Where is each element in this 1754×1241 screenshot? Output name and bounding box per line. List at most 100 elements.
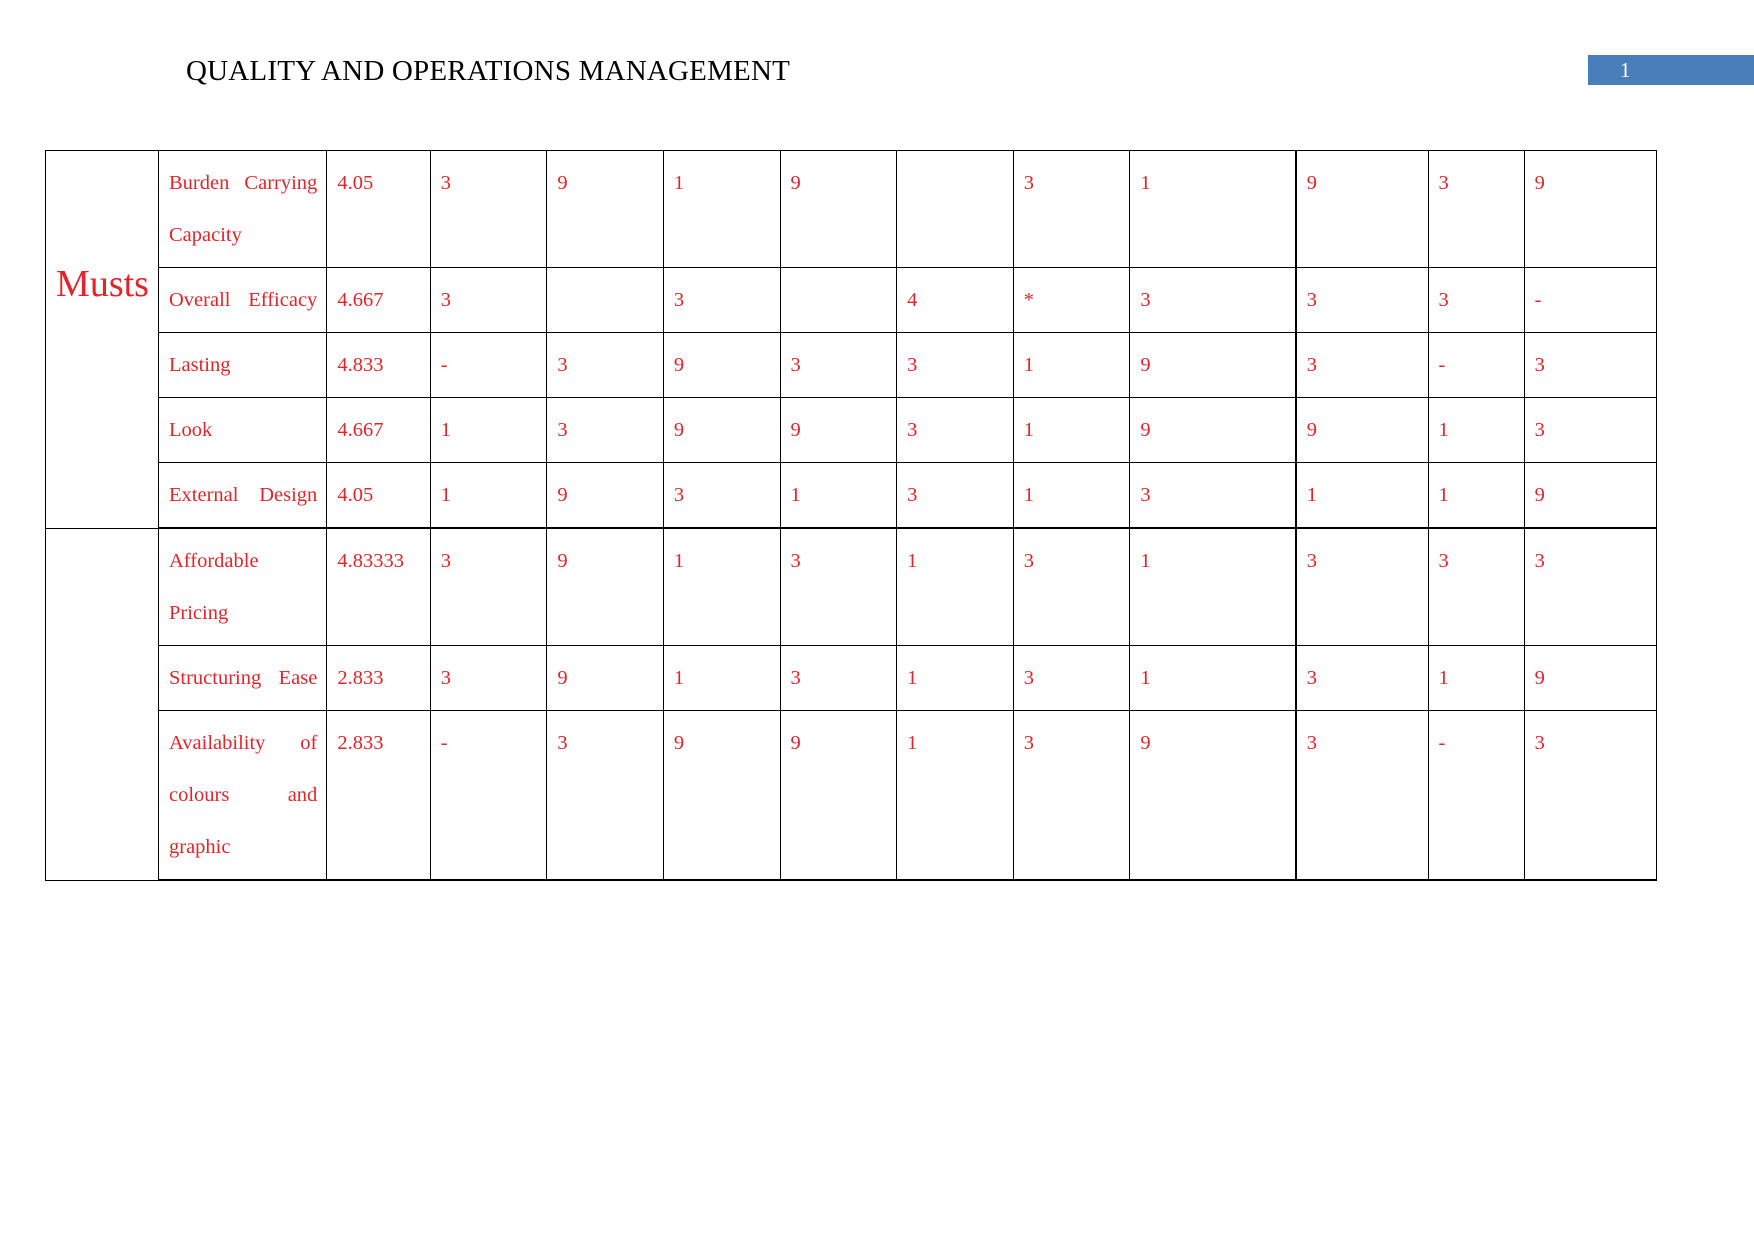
matrix-cell: 3 xyxy=(429,267,548,333)
matrix-cell: 1 xyxy=(1129,527,1297,646)
matrix-cell: - xyxy=(429,332,548,398)
matrix-cell: 3 xyxy=(546,710,664,881)
matrix-cell: 3 xyxy=(1294,332,1429,398)
qfd-matrix-table-container: Musts Burden Carrying Capacity 4.05 3 9 … xyxy=(45,150,1658,881)
matrix-cell: 9 xyxy=(1129,397,1297,463)
matrix-cell: - xyxy=(1427,332,1525,398)
matrix-cell: 1 xyxy=(662,645,781,711)
matrix-cell: 3 xyxy=(546,397,664,463)
row-group-label: Musts xyxy=(56,263,149,305)
matrix-cell: 1 xyxy=(662,527,781,646)
matrix-cell: 3 xyxy=(779,332,898,398)
matrix-cell: 1 xyxy=(429,462,548,529)
customer-need: Burden Carrying Capacity xyxy=(157,150,328,268)
matrix-cell: 9 xyxy=(779,397,898,463)
customer-need: External Design xyxy=(157,462,328,529)
matrix-cell: 3 xyxy=(662,267,781,333)
matrix-cell: 3 xyxy=(429,150,548,268)
matrix-cell: 1 xyxy=(1012,462,1131,529)
page-number: 1 xyxy=(1620,58,1631,82)
matrix-cell: 1 xyxy=(1129,645,1297,711)
matrix-cell: - xyxy=(1427,710,1525,881)
matrix-cell: 9 xyxy=(779,150,898,268)
matrix-cell: 1 xyxy=(896,710,1014,881)
matrix-cell: 3 xyxy=(1012,710,1131,881)
matrix-cell xyxy=(779,267,898,333)
table-row: Overall Efficacy 4.667 3 3 4 * 3 3 3 - xyxy=(46,267,1658,333)
matrix-cell: 9 xyxy=(662,710,781,881)
row-group-empty xyxy=(45,527,159,881)
table-row: Affordable Pricing 4.83333 3 9 1 3 1 3 1… xyxy=(45,527,1658,881)
matrix-cell xyxy=(546,267,664,333)
importance-rating: 2.833 xyxy=(326,645,431,711)
matrix-cell: 9 xyxy=(662,332,781,398)
matrix-cell: 3 xyxy=(1523,710,1658,881)
matrix-cell: 1 xyxy=(1427,462,1525,529)
matrix-cell: 1 xyxy=(896,527,1014,646)
matrix-cell: 9 xyxy=(1129,332,1297,398)
matrix-cell: 4 xyxy=(896,267,1014,333)
matrix-cell: 3 xyxy=(429,645,548,711)
matrix-cell: 3 xyxy=(1427,267,1525,333)
importance-rating: 4.83333 xyxy=(326,527,431,646)
page-number-badge: 1 xyxy=(1588,55,1754,85)
matrix-cell: 1 xyxy=(1427,397,1525,463)
page-title: QUALITY AND OPERATIONS MANAGEMENT xyxy=(186,55,791,87)
importance-rating: 4.667 xyxy=(326,267,431,333)
matrix-cell: 3 xyxy=(1523,397,1658,463)
matrix-cell: 3 xyxy=(1427,150,1525,268)
matrix-cell: 3 xyxy=(779,527,898,646)
customer-need: Lasting xyxy=(157,332,328,398)
matrix-cell: 1 xyxy=(1294,462,1429,529)
matrix-cell: 9 xyxy=(1523,462,1658,529)
matrix-cell: 9 xyxy=(546,645,664,711)
matrix-cell: 1 xyxy=(429,397,548,463)
matrix-cell: 3 xyxy=(896,397,1014,463)
matrix-cell: 9 xyxy=(1523,150,1658,268)
qfd-matrix-table: Musts Burden Carrying Capacity 4.05 3 9 … xyxy=(45,150,1658,881)
customer-need: Overall Efficacy xyxy=(157,267,328,333)
matrix-cell: 3 xyxy=(1294,527,1429,646)
matrix-cell: 9 xyxy=(1523,645,1658,711)
matrix-cell: 3 xyxy=(896,332,1014,398)
table-row: Structuring Ease 2.833 3 9 1 3 1 3 1 3 1… xyxy=(46,645,1658,711)
importance-rating: 4.833 xyxy=(326,332,431,398)
customer-need: Structuring Ease xyxy=(157,645,328,711)
matrix-cell: 3 xyxy=(1523,527,1658,646)
table-row: Lasting 4.833 - 3 9 3 3 1 9 3 - 3 xyxy=(46,332,1658,398)
matrix-cell: 3 xyxy=(1294,645,1429,711)
matrix-cell: 3 xyxy=(896,462,1014,529)
matrix-cell: - xyxy=(429,710,548,881)
row-group-label xyxy=(56,535,149,603)
customer-need: Affordable Pricing xyxy=(157,527,328,646)
matrix-cell: 1 xyxy=(1012,332,1131,398)
matrix-cell: 3 xyxy=(662,462,781,529)
matrix-cell: - xyxy=(1523,267,1658,333)
matrix-cell: 3 xyxy=(1012,645,1131,711)
customer-need: Look xyxy=(157,397,328,463)
matrix-cell: 3 xyxy=(1129,267,1297,333)
matrix-cell: 9 xyxy=(662,397,781,463)
matrix-cell: 3 xyxy=(1012,527,1131,646)
matrix-cell xyxy=(896,150,1014,268)
matrix-cell: 3 xyxy=(1129,462,1297,529)
row-group-musts: Musts xyxy=(45,150,159,529)
page-header: QUALITY AND OPERATIONS MANAGEMENT 1 xyxy=(0,0,1754,110)
matrix-cell: 1 xyxy=(779,462,898,529)
matrix-cell: 3 xyxy=(1294,267,1429,333)
table-row: Musts Burden Carrying Capacity 4.05 3 9 … xyxy=(45,150,1658,529)
matrix-cell: 9 xyxy=(779,710,898,881)
matrix-cell: 9 xyxy=(546,462,664,529)
table-row: Availability of colours and graphic 2.83… xyxy=(46,710,1658,881)
importance-rating: 4.667 xyxy=(326,397,431,463)
customer-need: Availability of colours and graphic xyxy=(157,710,328,881)
matrix-cell: 9 xyxy=(1129,710,1297,881)
matrix-cell: * xyxy=(1012,267,1131,333)
matrix-cell: 1 xyxy=(662,150,781,268)
importance-rating: 4.05 xyxy=(326,462,431,529)
matrix-cell: 3 xyxy=(1012,150,1131,268)
matrix-cell: 1 xyxy=(1129,150,1297,268)
table-row: Look 4.667 1 3 9 9 3 1 9 9 1 3 xyxy=(46,397,1658,463)
matrix-cell: 1 xyxy=(1012,397,1131,463)
matrix-cell: 3 xyxy=(1427,527,1525,646)
